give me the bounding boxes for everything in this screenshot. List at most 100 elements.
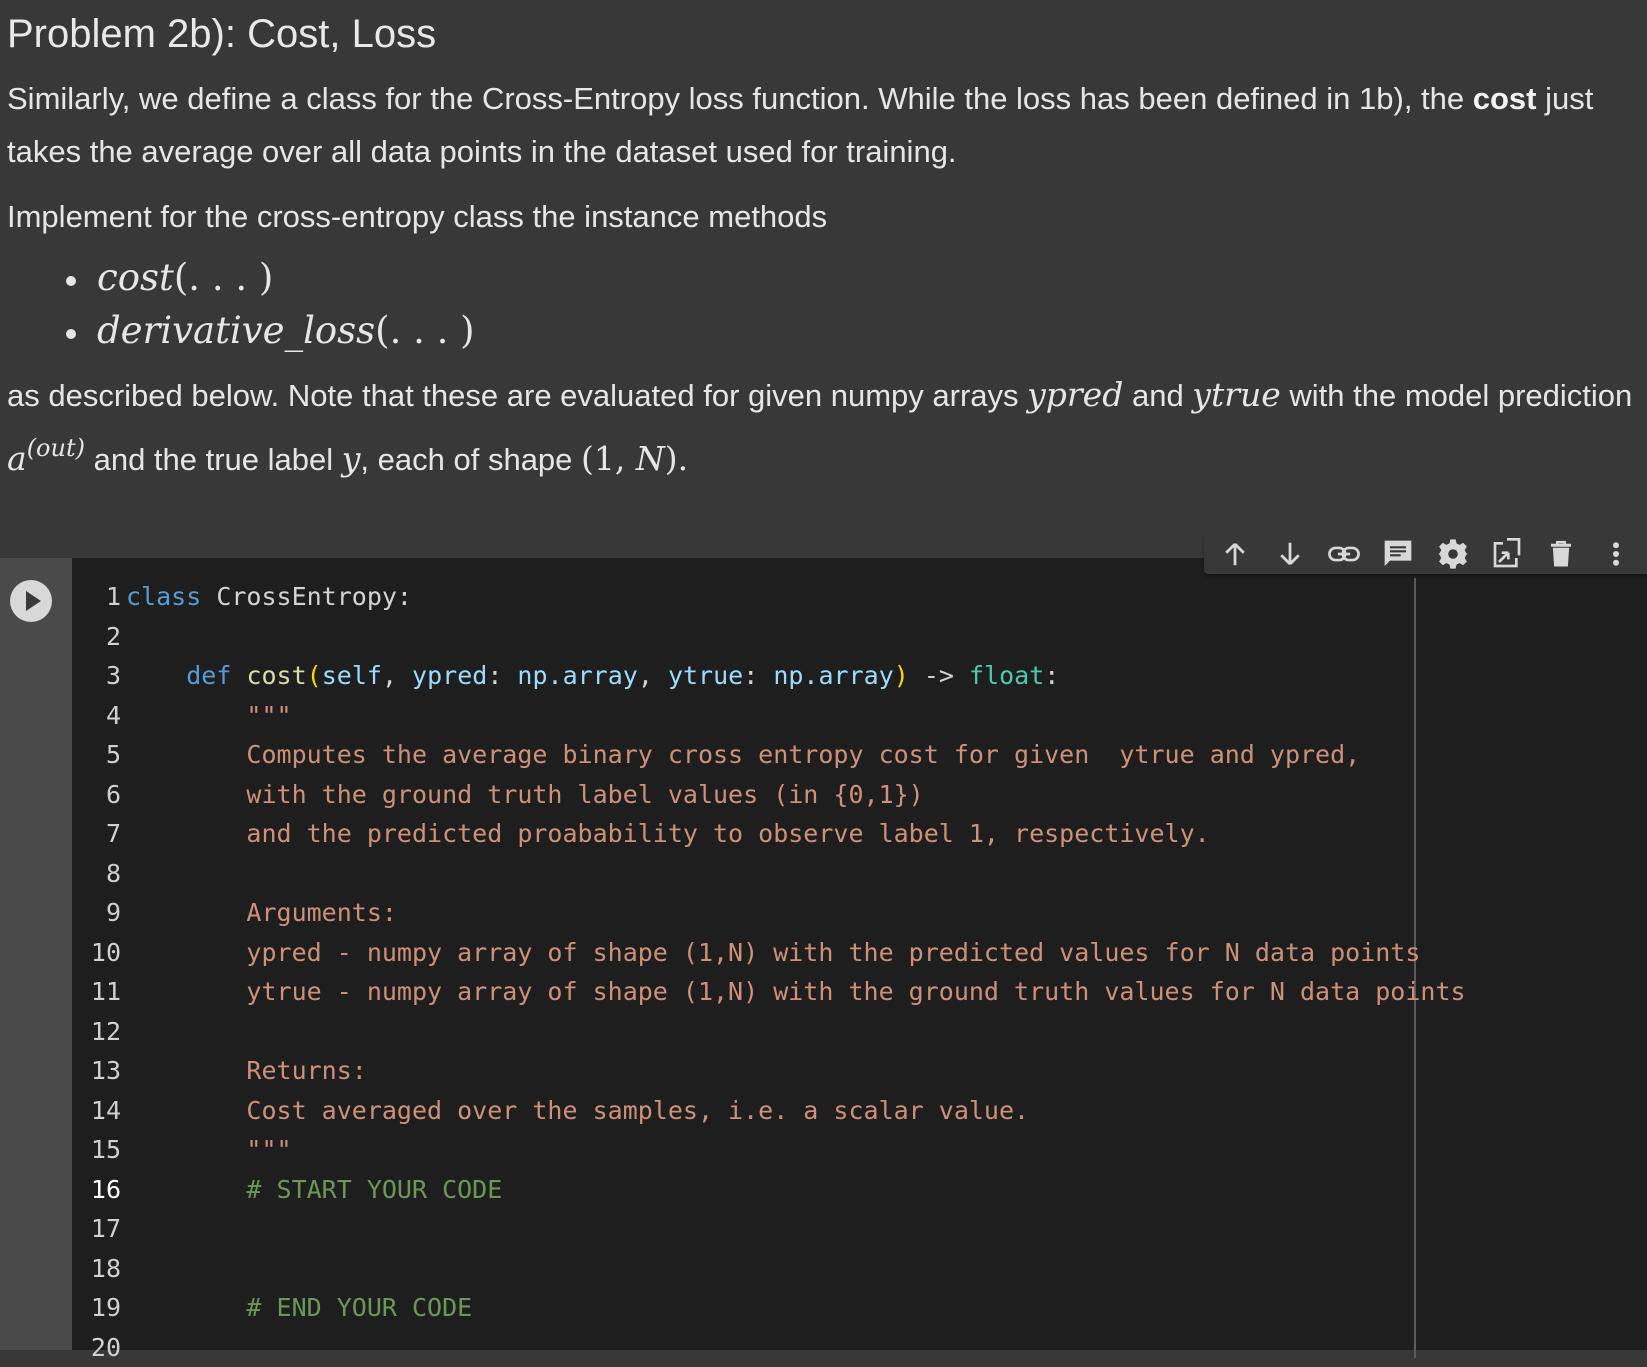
code-line: 6 with the ground truth label values (in… (72, 775, 1466, 815)
math-shape-n: N (636, 439, 665, 478)
line-number: 19 (72, 1288, 121, 1328)
colon: : (743, 661, 773, 690)
code-line: 17 (72, 1209, 1466, 1249)
line-number: 6 (72, 775, 121, 815)
class-name: CrossEntropy: (201, 582, 412, 611)
settings-button[interactable] (1433, 536, 1473, 572)
function-name: cost (246, 661, 306, 690)
arrow-down-icon (1275, 539, 1305, 569)
param-self: self (322, 661, 382, 690)
delete-cell-button[interactable] (1541, 536, 1581, 572)
paren-open: ( (307, 661, 322, 690)
mirror-cell-button[interactable] (1487, 536, 1527, 572)
docstring: Returns: (126, 1056, 367, 1085)
docstring: and the predicted proabability to observ… (126, 819, 1210, 848)
method-item-derivative-loss: derivative_loss(. . . ) (62, 304, 1647, 357)
trash-icon (1546, 538, 1576, 570)
code-line: 10 ypred - numpy array of shape (1,N) wi… (72, 933, 1466, 973)
more-actions-button[interactable] (1596, 536, 1636, 572)
copy-link-button[interactable] (1324, 536, 1364, 572)
code-line: 19 # END YOUR CODE (72, 1288, 1466, 1328)
type-annotation: np.array (517, 661, 637, 690)
line-number: 17 (72, 1209, 121, 1249)
line-number: 12 (72, 1012, 121, 1052)
math-a: a (7, 439, 27, 478)
cell-gutter (0, 558, 72, 1350)
desc-text: and the true label (85, 442, 342, 477)
link-icon (1327, 539, 1361, 569)
code-lines: 1class CrossEntropy: 2 3 def cost(self, … (72, 577, 1466, 1367)
methods-list: cost(. . . ) derivative_loss(. . . ) (7, 251, 1647, 357)
code-line: 18 (72, 1249, 1466, 1289)
math-shape-open: (1, (581, 439, 636, 478)
docstring: """ (126, 1135, 292, 1164)
intro-paragraph: Similarly, we define a class for the Cro… (7, 72, 1647, 178)
line-number: 1 (72, 577, 121, 617)
line-number: 8 (72, 854, 121, 894)
desc-text: , each of shape (360, 442, 581, 477)
gear-icon (1437, 538, 1469, 570)
line-number: 4 (72, 696, 121, 736)
code-line: 4 """ (72, 696, 1466, 736)
math-ytrue: ytrue (1192, 375, 1280, 414)
colon: : (487, 661, 517, 690)
code-line: 16 # START YOUR CODE (72, 1170, 1466, 1210)
code-line: 11 ytrue - numpy array of shape (1,N) wi… (72, 972, 1466, 1012)
move-up-button[interactable] (1215, 536, 1255, 572)
code-line: 8 (72, 854, 1466, 894)
implement-paragraph: Implement for the cross-entropy class th… (7, 190, 1647, 243)
line-number: 5 (72, 735, 121, 775)
line-number: 2 (72, 617, 121, 657)
line-number: 10 (72, 933, 121, 973)
desc-text: and (1123, 378, 1192, 413)
desc-text: as described below. Note that these are … (7, 378, 1027, 413)
keyword-def: def (186, 661, 231, 690)
return-type: float (969, 661, 1044, 690)
line-number: 20 (72, 1328, 121, 1367)
comment-icon (1382, 538, 1414, 570)
line-number: 3 (72, 656, 121, 696)
math-y: y (342, 439, 361, 478)
code-line: 7 and the predicted proabability to obse… (72, 814, 1466, 854)
line-number: 11 (72, 972, 121, 1012)
colon: : (1044, 661, 1059, 690)
cell-toolbar (1204, 534, 1647, 574)
comma: , (382, 661, 412, 690)
docstring: ypred - numpy array of shape (1,N) with … (126, 938, 1420, 967)
intro-text: Similarly, we define a class for the Cro… (7, 81, 1473, 116)
run-cell-button[interactable] (10, 580, 52, 622)
method-name: cost (97, 256, 174, 299)
param-ypred: ypred (412, 661, 487, 690)
param-ytrue: ytrue (668, 661, 743, 690)
comma: , (638, 661, 668, 690)
method-args: (. . . ) (174, 256, 273, 299)
line-number: 16 (72, 1170, 121, 1210)
comment: # END YOUR CODE (126, 1293, 472, 1322)
code-line: 2 (72, 617, 1466, 657)
docstring: Cost averaged over the samples, i.e. a s… (126, 1096, 1029, 1125)
markdown-cell: Problem 2b): Cost, Loss Similarly, we de… (0, 0, 1647, 558)
type-annotation: np.array (773, 661, 893, 690)
code-line: 5 Computes the average binary cross entr… (72, 735, 1466, 775)
code-line: 20 (72, 1328, 1466, 1367)
docstring: with the ground truth label values (in {… (126, 780, 924, 809)
line-number: 13 (72, 1051, 121, 1091)
intro-bold-cost: cost (1473, 81, 1537, 116)
return-arrow: -> (909, 661, 969, 690)
paren-close: ) (894, 661, 909, 690)
line-number: 7 (72, 814, 121, 854)
keyword-class: class (126, 582, 201, 611)
move-down-button[interactable] (1270, 536, 1310, 572)
mirror-cell-icon (1491, 538, 1523, 570)
code-editor[interactable]: 1class CrossEntropy: 2 3 def cost(self, … (72, 558, 1647, 1350)
description-paragraph: as described below. Note that these are … (7, 368, 1647, 486)
docstring: Computes the average binary cross entrop… (126, 740, 1360, 769)
code-line: 15 """ (72, 1130, 1466, 1170)
add-comment-button[interactable] (1378, 536, 1418, 572)
code-line: 12 (72, 1012, 1466, 1052)
code-line: 3 def cost(self, ypred: np.array, ytrue:… (72, 656, 1466, 696)
method-args: (. . . ) (375, 309, 474, 352)
line-number: 14 (72, 1091, 121, 1131)
desc-text: with the model prediction (1281, 378, 1633, 413)
docstring: ytrue - numpy array of shape (1,N) with … (126, 977, 1466, 1006)
